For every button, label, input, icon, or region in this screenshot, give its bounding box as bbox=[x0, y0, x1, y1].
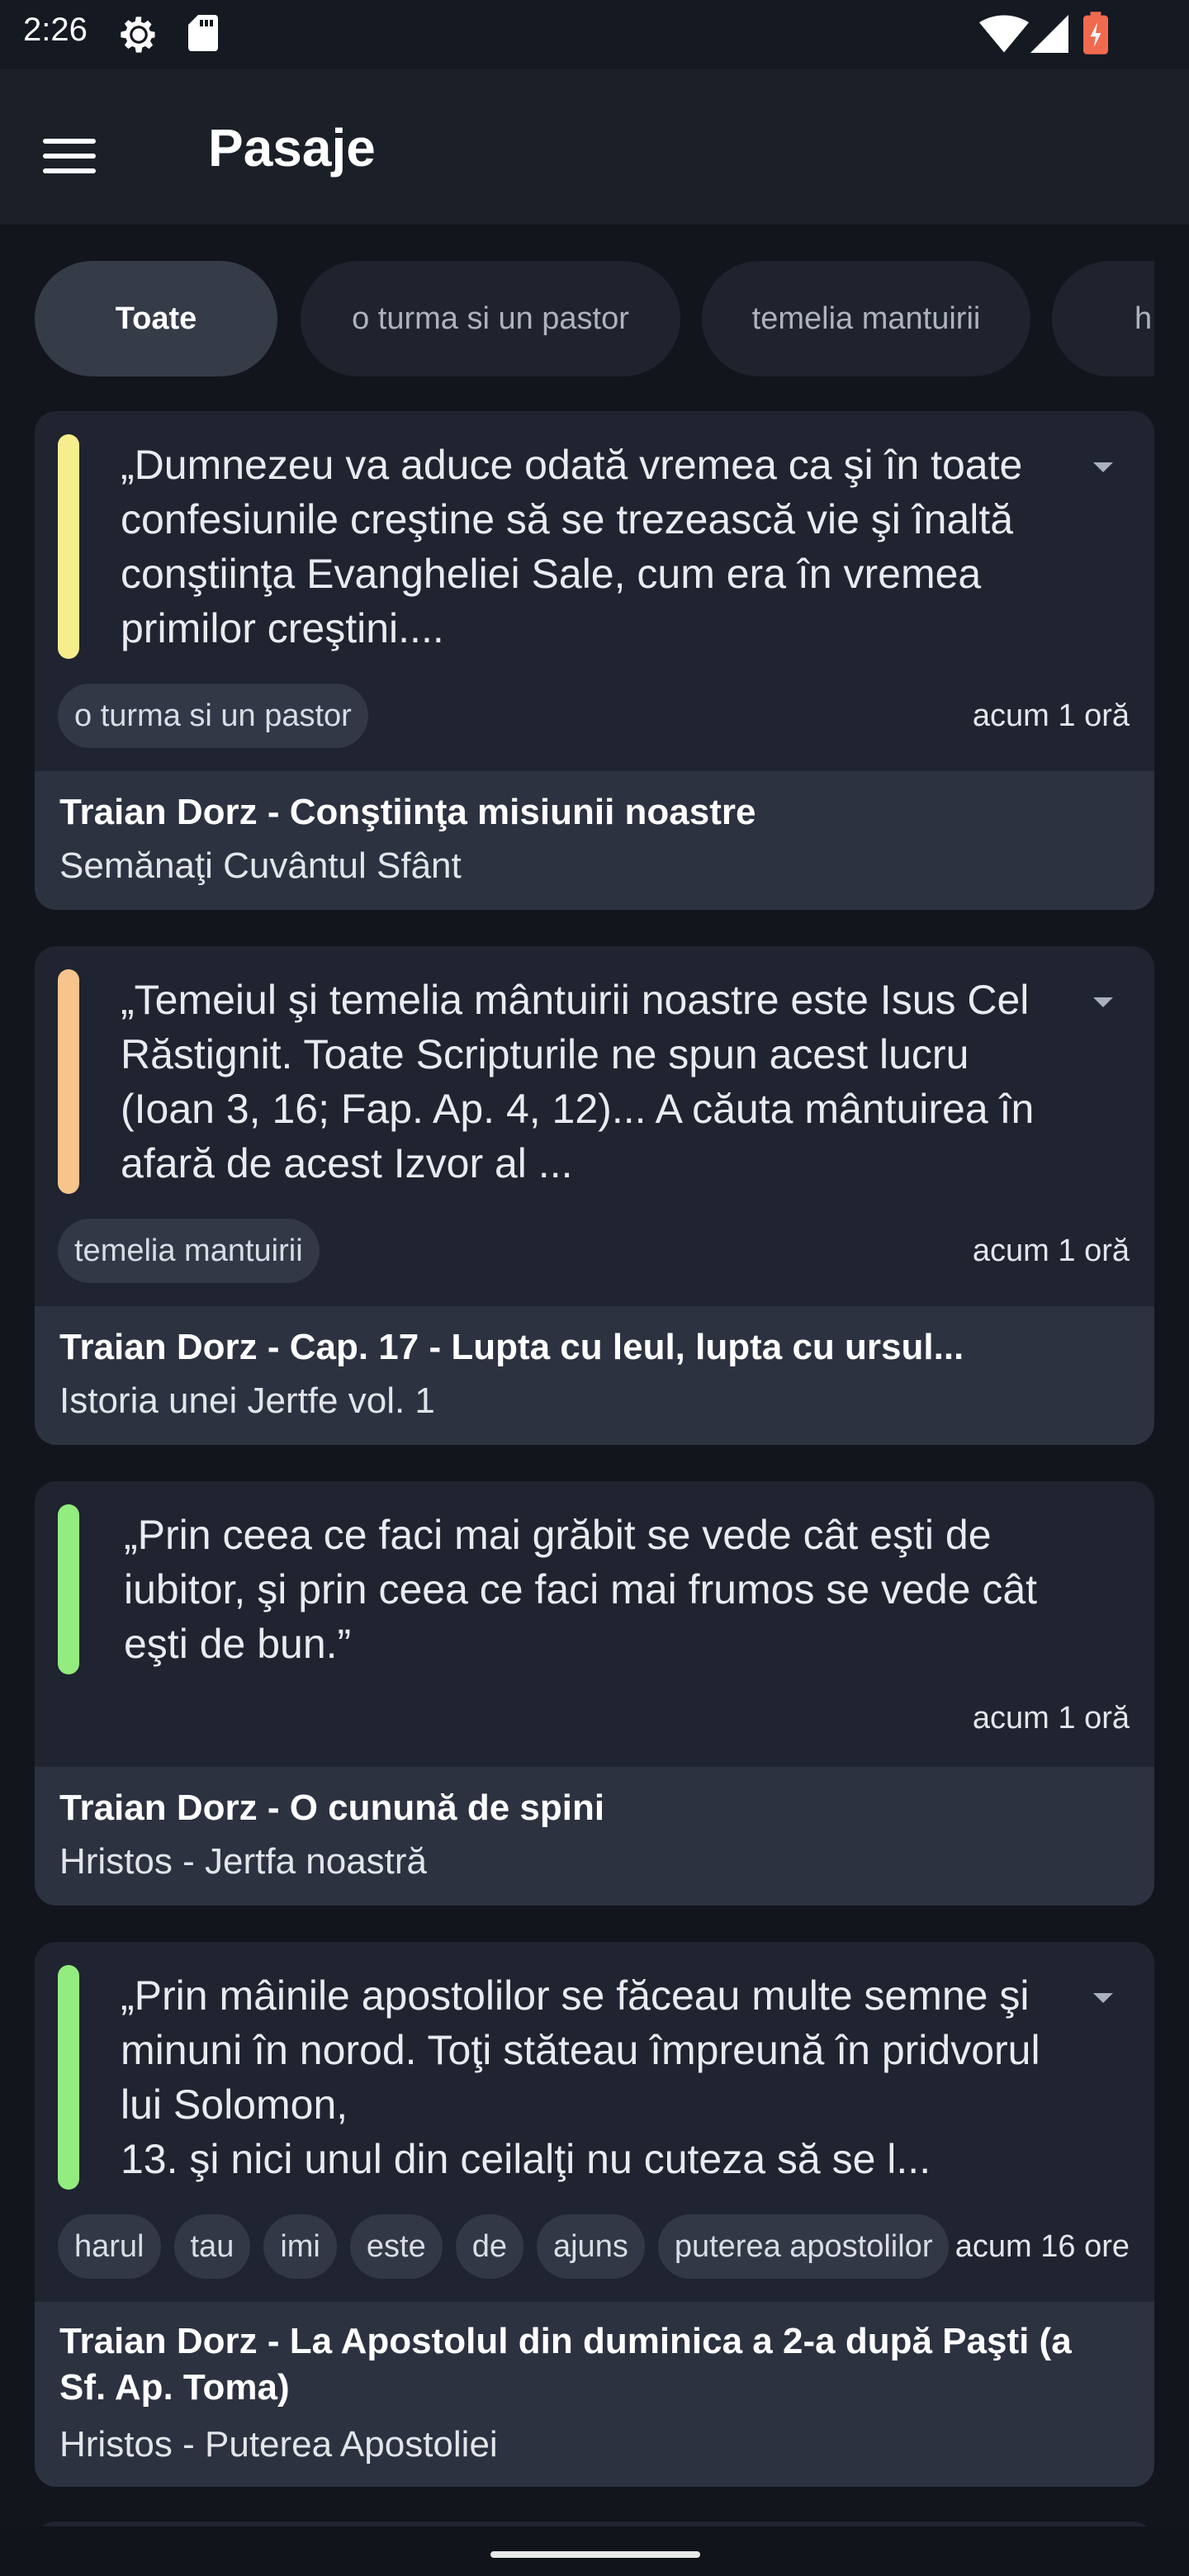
signal-icon bbox=[1030, 15, 1068, 57]
card-footer[interactable]: Traian Dorz - La Apostolul din duminica … bbox=[35, 2302, 1154, 2487]
tag-chip[interactable]: de bbox=[455, 2214, 523, 2279]
accent-bar bbox=[58, 434, 79, 659]
expand-caret-icon[interactable] bbox=[1093, 462, 1113, 472]
timestamp: acum 1 oră bbox=[972, 1701, 1130, 1735]
tag-chip[interactable]: temelia mantuirii bbox=[58, 1219, 320, 1283]
tag-chip[interactable]: este bbox=[349, 2214, 443, 2279]
passage-quote: „Temeiul şi temelia mântuirii noastre es… bbox=[121, 977, 1035, 1186]
tag-chip[interactable]: harul bbox=[58, 2214, 161, 2279]
chip-h[interactable]: h bbox=[1052, 261, 1154, 376]
source-title: Traian Dorz - O cunună de spini bbox=[59, 1788, 605, 1828]
timestamp: acum 1 oră bbox=[972, 698, 1130, 733]
passage-quote: „Prin mâinile apostolilor se făceau mult… bbox=[121, 1972, 1040, 2182]
timestamp: acum 1 oră bbox=[972, 1234, 1130, 1268]
source-title: Traian Dorz - La Apostolul din duminica … bbox=[59, 2321, 1072, 2408]
card-footer[interactable]: Traian Dorz - O cunună de spini Hristos … bbox=[35, 1767, 1154, 1906]
chip-all[interactable]: Toate bbox=[35, 261, 277, 376]
menu-button[interactable] bbox=[33, 122, 107, 197]
tag-chip[interactable]: imi bbox=[263, 2214, 337, 2279]
source-title: Traian Dorz - Conştiinţa misiunii noastr… bbox=[59, 792, 756, 832]
tag-list: o turma si un pastor bbox=[58, 684, 954, 748]
tag-chip[interactable]: puterea apostolilor bbox=[657, 2214, 950, 2279]
navigation-bar bbox=[0, 2526, 1189, 2576]
page-title: Pasaje bbox=[208, 118, 376, 178]
expand-caret-icon[interactable] bbox=[1093, 1993, 1113, 2003]
timestamp: acum 16 ore bbox=[955, 2229, 1130, 2264]
tag-list: harul tau imi este de ajuns puterea apostolilo… bbox=[58, 2214, 951, 2279]
passage-card[interactable]: „Temeiul şi temelia mântuirii noastre es… bbox=[35, 946, 1154, 1445]
settings-icon bbox=[117, 13, 160, 60]
card-footer[interactable]: Traian Dorz - Conştiinţa misiunii noastr… bbox=[35, 771, 1154, 910]
accent-bar bbox=[58, 1504, 79, 1674]
hamburger-menu-icon bbox=[43, 139, 96, 144]
chip-o-turma-si-un-pastor[interactable]: o turma si un pastor bbox=[301, 261, 680, 376]
sd-card-icon bbox=[185, 13, 221, 57]
battery-icon bbox=[1083, 12, 1108, 59]
tag-list: temelia mantuirii bbox=[58, 1219, 954, 1283]
source-subtitle: Hristos - Puterea Apostoliei bbox=[59, 2424, 498, 2465]
accent-bar bbox=[58, 969, 79, 1194]
card-footer[interactable]: Traian Dorz - Cap. 17 - Lupta cu leul, l… bbox=[35, 1306, 1154, 1445]
source-subtitle: Semănaţi Cuvântul Sfânt bbox=[59, 845, 462, 886]
source-subtitle: Hristos - Jertfa noastră bbox=[59, 1841, 428, 1882]
passage-card[interactable]: „Prin mâinile apostolilor se făceau mult… bbox=[35, 1942, 1154, 2487]
passage-card[interactable]: „Prin ceea ce faci mai grăbit se vede câ… bbox=[35, 1481, 1154, 1906]
source-subtitle: Istoria unei Jertfe vol. 1 bbox=[59, 1380, 435, 1421]
tag-chip[interactable]: tau bbox=[173, 2214, 251, 2279]
hamburger-line bbox=[43, 168, 96, 173]
tag-chip[interactable]: o turma si un pastor bbox=[58, 684, 368, 748]
status-bar: 2:26 bbox=[0, 0, 1189, 69]
status-time: 2:26 bbox=[23, 12, 88, 48]
gesture-handle[interactable] bbox=[490, 2551, 700, 2558]
passage-quote: „Dumnezeu va aduce odată vremea ca şi în… bbox=[121, 442, 1023, 651]
accent-bar bbox=[58, 1965, 79, 2190]
expand-caret-icon[interactable] bbox=[1093, 997, 1113, 1007]
chip-temelia-mantuirii[interactable]: temelia mantuirii bbox=[702, 261, 1030, 376]
source-title: Traian Dorz - Cap. 17 - Lupta cu leul, l… bbox=[59, 1327, 964, 1367]
wifi-icon bbox=[979, 15, 1029, 57]
tag-chip[interactable]: ajuns bbox=[536, 2214, 645, 2279]
hamburger-line bbox=[43, 154, 96, 159]
passage-card[interactable]: „Dumnezeu va aduce odată vremea ca şi în… bbox=[35, 411, 1154, 910]
filter-chip-row[interactable]: Toate o turma si un pastor temelia mantu… bbox=[35, 261, 1154, 376]
app-bar: Pasaje bbox=[0, 69, 1189, 225]
passage-quote: „Prin ceea ce faci mai grăbit se vede câ… bbox=[124, 1512, 1038, 1667]
